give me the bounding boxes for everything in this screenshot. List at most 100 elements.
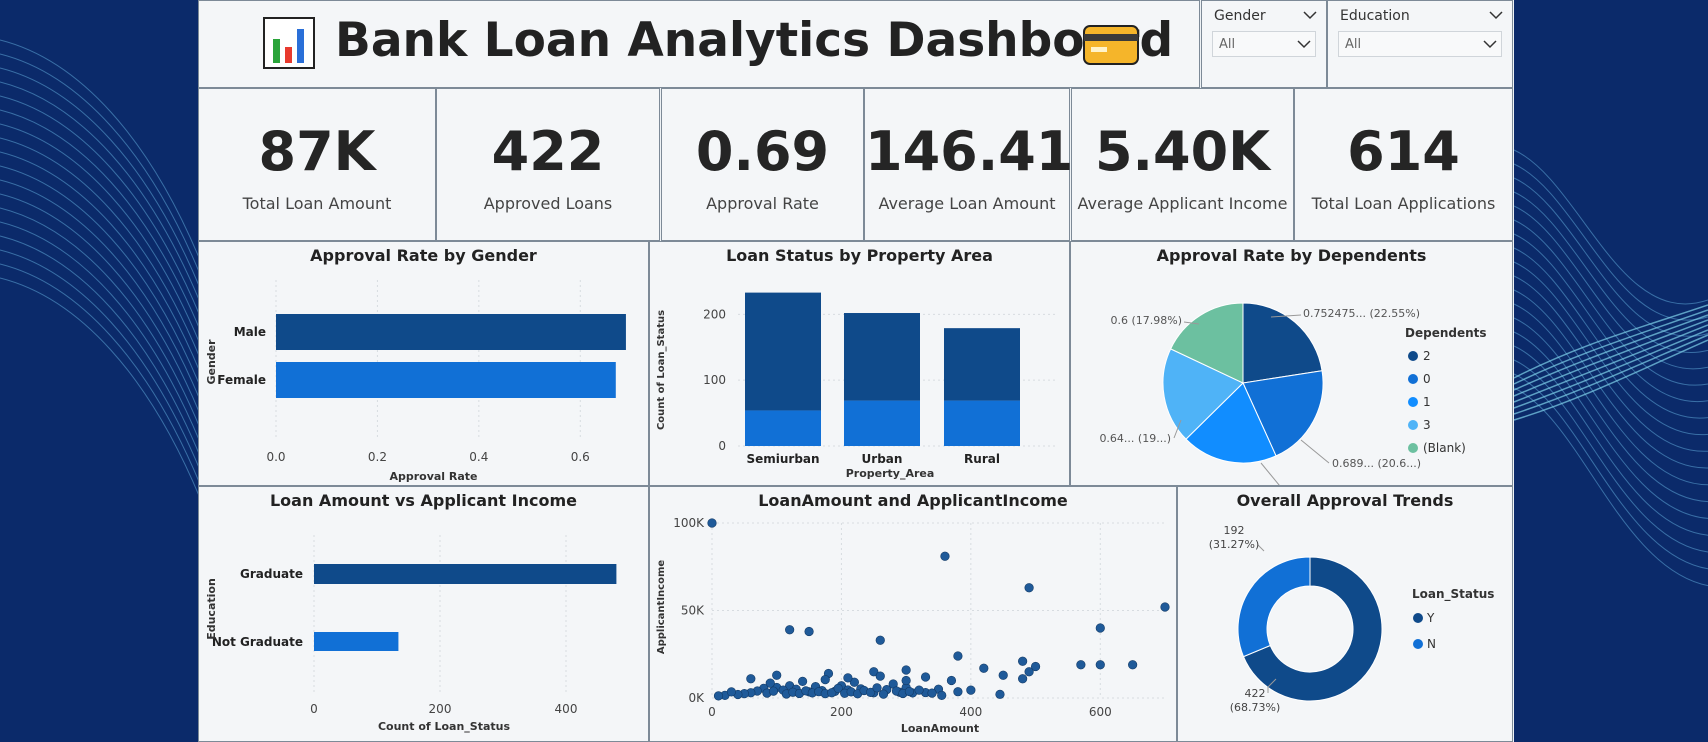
bar-segment xyxy=(944,400,1020,446)
data-label: 422 xyxy=(1245,687,1266,700)
x-tick-label: 0.6 xyxy=(571,450,590,464)
scatter-point xyxy=(785,625,795,635)
gender-dropdown[interactable]: All xyxy=(1212,31,1316,57)
chart-plot: 0 200 400 Graduate Not Graduate Count of Loan… xyxy=(205,535,617,733)
chart-plot: 0 100 200 Semiurban Urban Rural Property_Area C… xyxy=(656,292,1055,480)
kpi-value: 5.40K xyxy=(1094,120,1271,183)
legend-marker xyxy=(1408,397,1418,407)
scatter-point xyxy=(1095,623,1105,633)
scatter-point xyxy=(920,672,931,682)
kpi-label: Approved Loans xyxy=(483,194,613,213)
data-label: 0.64... (19...) xyxy=(1099,432,1171,445)
scatter-point xyxy=(901,665,911,675)
scatter-point xyxy=(940,551,950,561)
x-tick-label: Semiurban xyxy=(746,452,819,466)
gender-slicer[interactable]: Gender All xyxy=(1201,0,1327,88)
kpi-label: Average Loan Amount xyxy=(878,194,1056,213)
kpi-card-approval-rate: 0.69 Approval Rate xyxy=(661,88,864,241)
dashboard-canvas: Bank Loan Analytics Dashboard Gender All… xyxy=(198,0,1514,742)
overall-approval-trends-chart[interactable]: Overall Approval Trends 422 (68.73%) 192 (3… xyxy=(1177,486,1513,742)
scatter-point xyxy=(966,685,976,695)
education-slicer[interactable]: Education All xyxy=(1327,0,1513,88)
chart-plot: 0.752475... (22.55%) 0.689... (20.6...) 0.… xyxy=(1099,302,1487,485)
data-label: 192 xyxy=(1224,524,1245,537)
scatter-point xyxy=(914,685,924,695)
legend-marker xyxy=(1408,443,1418,453)
x-tick-label: 0.2 xyxy=(368,450,387,464)
chart-title: Loan Amount vs Applicant Income xyxy=(269,491,577,510)
kpi-card-average-applicant-income: 5.40K Average Applicant Income xyxy=(1071,88,1294,241)
chart-title: LoanAmount and ApplicantIncome xyxy=(758,491,1068,510)
scatter-point xyxy=(726,687,737,697)
legend-item: N xyxy=(1427,637,1436,651)
loan-status-by-property-area-chart[interactable]: Loan Status by Property Area 0 100 200 Semi… xyxy=(649,241,1070,486)
legend-item: Y xyxy=(1426,611,1435,625)
legend-marker xyxy=(1408,374,1418,384)
chevron-down-icon[interactable] xyxy=(1489,10,1503,20)
approval-rate-by-dependents-chart[interactable]: Approval Rate by Dependents 0.752475... … xyxy=(1070,241,1513,486)
chevron-down-icon[interactable] xyxy=(1303,10,1317,20)
y-axis-label: Gender xyxy=(205,339,218,385)
scatter-point xyxy=(946,675,957,686)
y-axis-label: Count of Loan_Status xyxy=(656,310,667,430)
x-tick-label: 200 xyxy=(429,702,452,716)
scatter-point xyxy=(998,670,1008,680)
donut-segment xyxy=(1237,556,1311,658)
y-tick-label: Male xyxy=(234,325,266,339)
scatter-point xyxy=(713,691,724,701)
kpi-label: Total Loan Amount xyxy=(242,194,392,213)
legend-marker xyxy=(1413,613,1423,623)
scatter-point xyxy=(872,683,882,693)
legend-title: Loan_Status xyxy=(1412,587,1494,602)
scatter-point xyxy=(901,675,911,686)
x-tick-label: Rural xyxy=(964,452,1000,466)
legend-marker xyxy=(1408,420,1418,430)
bar xyxy=(276,314,626,350)
kpi-value: 614 xyxy=(1347,120,1460,183)
scatter-point xyxy=(820,675,830,685)
approval-rate-by-gender-chart[interactable]: Approval Rate by Gender 0.0 0.2 0.4 0.6 Male… xyxy=(198,241,649,486)
education-dropdown-value: All xyxy=(1345,37,1362,52)
scatter-point xyxy=(768,686,779,696)
gender-dropdown-value: All xyxy=(1219,37,1236,52)
x-tick-label: 0.0 xyxy=(266,450,285,464)
x-tick-label: 0 xyxy=(310,702,318,716)
scatter-point xyxy=(953,651,963,661)
x-tick-label: 0.4 xyxy=(469,450,488,464)
scatter-point xyxy=(875,635,885,645)
legend-item: 1 xyxy=(1423,395,1431,409)
y-axis-label: ApplicantIncome xyxy=(656,560,667,655)
x-tick-label: 400 xyxy=(959,705,982,719)
legend-item: 3 xyxy=(1423,418,1431,432)
bar xyxy=(314,632,399,651)
chart-plot: 0K 50K 100K 0 200 400 600 LoanAmount ApplicantIn… xyxy=(656,516,1170,735)
scatter-point xyxy=(1095,660,1105,670)
x-tick-label: Urban xyxy=(862,452,903,466)
bar-segment xyxy=(844,400,920,446)
scatter-point xyxy=(953,687,963,697)
x-tick-label: 400 xyxy=(555,702,578,716)
bar-chart-icon xyxy=(263,17,315,69)
kpi-value: 422 xyxy=(491,120,605,183)
kpi-label: Total Loan Applications xyxy=(1311,194,1496,213)
x-axis-label: Approval Rate xyxy=(389,470,477,483)
chart-title: Approval Rate by Dependents xyxy=(1156,246,1427,265)
bar-segment xyxy=(944,328,1020,401)
y-tick-label: 0 xyxy=(718,439,726,453)
x-axis-label: Property_Area xyxy=(846,467,935,480)
kpi-card-average-loan-amount: 146.41 Average Loan Amount xyxy=(864,88,1073,241)
y-tick-label: Not Graduate xyxy=(212,635,303,649)
scatter-point xyxy=(746,674,756,684)
y-tick-label: 200 xyxy=(703,307,726,321)
bar xyxy=(276,362,616,398)
bar-segment xyxy=(844,313,920,401)
scatter-point xyxy=(1076,660,1086,670)
education-dropdown[interactable]: All xyxy=(1338,31,1502,57)
x-tick-label: 0 xyxy=(708,705,716,719)
loan-amount-vs-applicant-income-chart[interactable]: Loan Amount vs Applicant Income 0 200 400 G… xyxy=(198,486,649,742)
loanamount-applicantincome-scatter-chart[interactable]: LoanAmount and ApplicantIncome 0K 50K 100K… xyxy=(649,486,1177,742)
data-label: 0.6 (17.98%) xyxy=(1110,314,1182,327)
chevron-down-icon xyxy=(1297,40,1311,49)
chart-title: Approval Rate by Gender xyxy=(310,246,537,265)
chevron-down-icon xyxy=(1483,40,1497,49)
